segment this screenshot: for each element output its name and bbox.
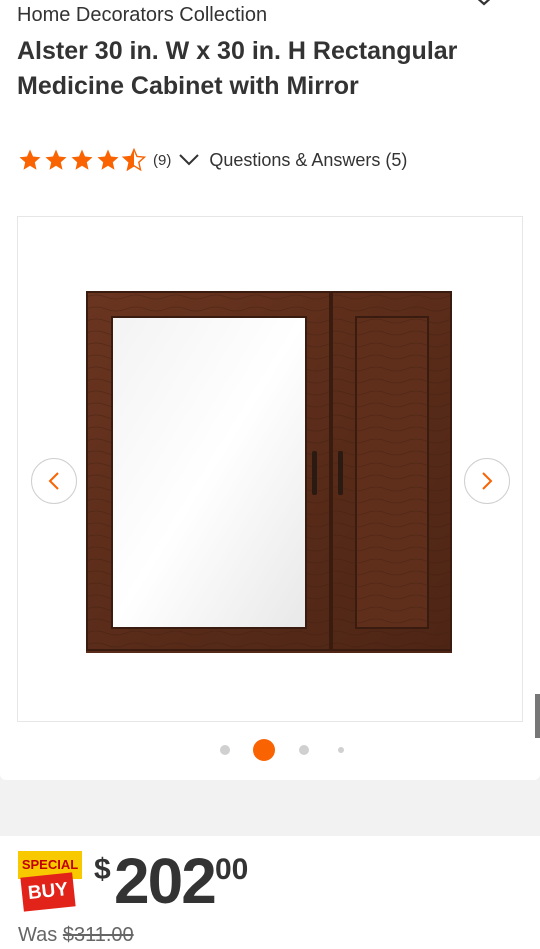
carousel-dot[interactable] <box>220 745 230 755</box>
questions-answers-link[interactable]: Questions & Answers (5) <box>209 150 407 171</box>
carousel-dot-active[interactable] <box>253 739 275 761</box>
brand-link[interactable]: Home Decorators Collection <box>17 4 267 27</box>
special-buy-badge-bottom: BUY <box>20 872 76 912</box>
chevron-down-icon[interactable] <box>178 152 200 168</box>
product-image[interactable] <box>86 291 452 653</box>
carousel-dot[interactable] <box>299 745 309 755</box>
price-currency: $ <box>94 853 111 886</box>
special-buy-badge: SPECIAL BUY <box>18 851 84 912</box>
star-full-icon <box>71 149 93 170</box>
was-label: Was <box>18 924 58 946</box>
scrollbar-thumb[interactable] <box>535 694 540 738</box>
star-full-icon <box>45 149 67 170</box>
chevron-left-icon <box>48 472 59 490</box>
carousel-dots <box>0 738 540 762</box>
was-price-row: Was $311.00 <box>18 924 134 947</box>
price-cents: 00 <box>215 853 249 886</box>
star-half-icon <box>121 148 147 172</box>
next-image-button[interactable] <box>464 458 510 504</box>
product-title: Alster 30 in. W x 30 in. H Rectangular M… <box>17 37 458 100</box>
review-count[interactable]: (9) <box>153 152 171 169</box>
star-rating <box>17 148 147 172</box>
star-full-icon <box>97 149 119 170</box>
product-image-frame[interactable] <box>17 216 523 722</box>
rating-row[interactable]: (9) Questions & Answers (5) <box>17 147 407 173</box>
carousel-dot[interactable] <box>338 747 344 753</box>
section-divider <box>0 780 540 836</box>
chevron-right-icon <box>482 472 493 490</box>
was-price: $311.00 <box>62 924 134 946</box>
price-dollars: 202 <box>114 845 217 917</box>
star-full-icon <box>19 149 41 170</box>
previous-image-button[interactable] <box>31 458 77 504</box>
product-header-card: Home Decorators Collection Alster 30 in.… <box>0 0 540 780</box>
chevron-down-icon[interactable] <box>472 0 496 10</box>
